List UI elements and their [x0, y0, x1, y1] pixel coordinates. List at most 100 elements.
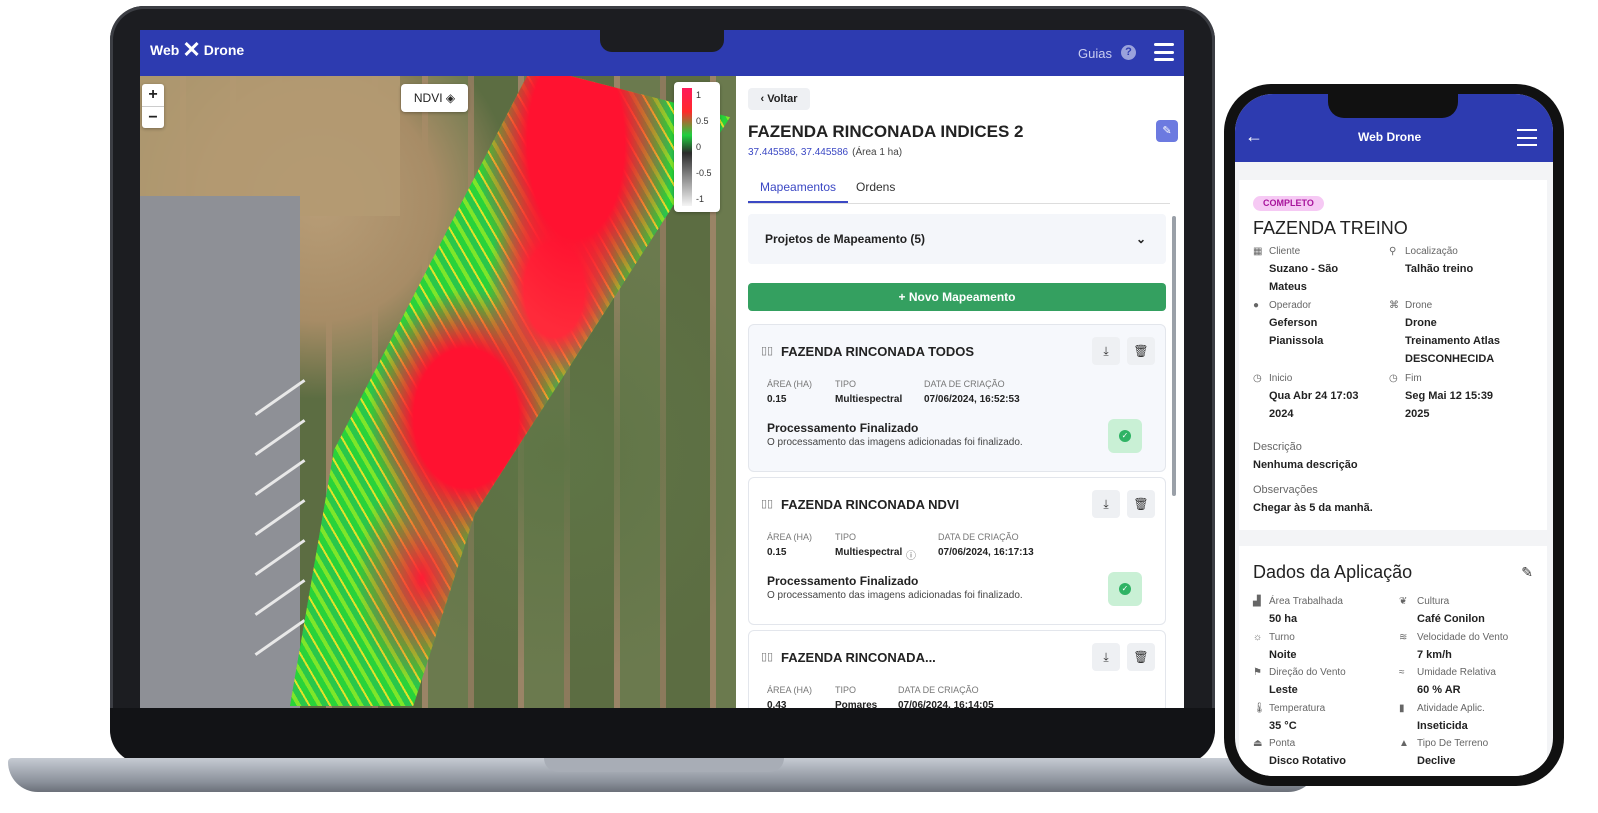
field-label: Cliente [1269, 246, 1301, 257]
camera-notch [600, 30, 724, 52]
help-icon[interactable]: ? [1121, 45, 1136, 60]
flag-icon: ⚑ [1253, 667, 1262, 678]
phone-notch [1328, 94, 1458, 118]
coordinates: 37.445586, 37.445586 (Área 1 ha) [748, 147, 902, 158]
zoom-in-button[interactable]: + [142, 84, 164, 106]
field-value: Nenhuma descrição [1253, 459, 1358, 471]
layer-selector-button[interactable]: NDVI ◈ [401, 84, 468, 112]
layers-icon: ◈ [445, 91, 456, 105]
field-value: 50 ha [1269, 613, 1298, 625]
info-icon[interactable]: ⓘ [906, 547, 916, 562]
legend-label: -0.5 [696, 168, 712, 178]
delete-button[interactable]: 🗑 [1127, 490, 1155, 518]
field-label: Umidade Relativa [1417, 667, 1496, 678]
map-view[interactable]: + − NDVI ◈ 1 0.5 0 -0.5 -1 [140, 76, 736, 708]
application-data-card: Dados da Aplicação ✎ ▟ Área Trabalhada 5… [1239, 546, 1547, 776]
meta-label: ÁREA (HA) [767, 379, 813, 389]
hamburger-menu-icon[interactable] [1517, 129, 1537, 146]
meta-label: TIPO [835, 532, 857, 542]
new-mapping-button[interactable]: + Novo Mapeamento [748, 283, 1166, 311]
tab-ordens[interactable]: Ordens [856, 180, 895, 194]
thermometer-icon: 🌡 [1253, 703, 1266, 714]
location-pin-icon: ⚲ [1389, 246, 1397, 257]
legend-label: 0.5 [696, 116, 709, 126]
map-parking-lot [140, 196, 306, 708]
project-panel: ‹ Voltar FAZENDA RINCONADA INDICES 2 ✎ 3… [736, 76, 1184, 708]
mapping-card[interactable]: ▯▯ FAZENDA RINCONADA TODOS ⤓ 🗑 ÁREA (HA)… [748, 324, 1166, 472]
building-icon: ▦ [1253, 246, 1263, 257]
field-label: Operador [1269, 300, 1312, 311]
edit-button[interactable]: ✎ [1156, 120, 1178, 142]
field-value: Qua Abr 24 17:03 [1269, 390, 1359, 402]
meta-label: ÁREA (HA) [767, 685, 813, 695]
page-title: FAZENDA RINCONADA INDICES 2 [748, 122, 1024, 141]
leaf-icon: ❦ [1399, 596, 1408, 607]
field-label: Área Trabalhada [1269, 596, 1343, 607]
field-value: Chegar às 5 da manhã. [1253, 502, 1373, 514]
tipo-value: Multiespectral [835, 547, 903, 558]
delete-button[interactable]: 🗑 [1127, 643, 1155, 671]
field-value: Talhão treino [1405, 263, 1474, 275]
map-terrain [140, 76, 400, 216]
plus-icon: + [898, 290, 909, 304]
field-label: Inicio [1269, 373, 1293, 384]
delete-button[interactable]: 🗑 [1127, 337, 1155, 365]
field-label: Tipo De Terreno [1417, 738, 1489, 749]
date-value: 07/06/2024, 16:52:53 [924, 394, 1020, 405]
chart-icon: ▟ [1253, 596, 1261, 607]
field-label: Ponta [1269, 738, 1296, 749]
back-button[interactable]: ‹ Voltar [748, 88, 810, 110]
section-title: Dados da Aplicação [1253, 562, 1413, 582]
card-title: FAZENDA RINCONADA TODOS [781, 344, 975, 359]
humidity-icon: ≈ [1399, 667, 1405, 678]
check-icon: ✓ [1119, 583, 1131, 595]
map-icon: ▯▯ [761, 345, 774, 357]
bottle-icon: ▮ [1399, 703, 1405, 714]
user-icon: ● [1253, 300, 1260, 311]
legend-label: 0 [696, 142, 702, 152]
download-button[interactable]: ⤓ [1092, 337, 1120, 365]
mountain-icon: ▲ [1399, 738, 1409, 749]
area-value: 0.43 [767, 700, 787, 708]
field-value: 2025 [1405, 408, 1430, 420]
tab-bar: Mapeamentos Ordens [748, 172, 1170, 204]
tipo-value: Multiespectral [835, 394, 903, 405]
tipo-value: Pomares [835, 700, 878, 708]
field-value: Drone [1405, 317, 1437, 329]
webdrone-logo[interactable]: Web ✕ Drone [150, 39, 244, 61]
order-details-card: COMPLETO FAZENDA TREINO ▦ Cliente Suzano… [1239, 180, 1547, 530]
field-value: 60 % AR [1417, 684, 1461, 696]
download-button[interactable]: ⤓ [1092, 490, 1120, 518]
laptop-groove [544, 758, 784, 772]
edit-icon[interactable]: ✎ [1521, 564, 1533, 581]
guias-link[interactable]: Guias [1078, 46, 1112, 61]
mapping-card[interactable]: ▯▯ FAZENDA RINCONADA... ⤓ 🗑 ÁREA (HA) TI… [748, 630, 1166, 708]
mapping-card[interactable]: ▯▯ FAZENDA RINCONADA NDVI ⤓ 🗑 ÁREA (HA) … [748, 477, 1166, 625]
field-label: Atividade Aplic. [1417, 703, 1485, 714]
scrollbar[interactable] [1172, 216, 1176, 496]
legend-label: -1 [696, 194, 705, 204]
projects-accordion[interactable]: Projetos de Mapeamento (5) ⌄ [748, 214, 1166, 264]
order-title: FAZENDA TREINO [1253, 218, 1408, 238]
zoom-out-button[interactable]: − [142, 106, 164, 128]
check-icon: ✓ [1119, 430, 1131, 442]
field-value: Disco Rotativo [1269, 755, 1347, 767]
field-value: Café Conilon [1417, 613, 1485, 625]
field-value: 2024 [1269, 408, 1294, 420]
meta-label: DATA DE CRIAÇÃO [938, 532, 1019, 542]
tab-mapeamentos[interactable]: Mapeamentos [748, 180, 849, 203]
ndvi-legend: 1 0.5 0 -0.5 -1 [674, 82, 720, 212]
arrow-left-icon[interactable]: ← [1245, 126, 1263, 147]
map-icon: ▯▯ [761, 498, 774, 510]
field-value: 35 °C [1269, 720, 1297, 732]
clock-icon: ◷ [1253, 373, 1262, 384]
field-label: Temperatura [1269, 703, 1326, 714]
field-label: Observações [1253, 484, 1318, 496]
webdrone-logo[interactable]: Web Drone [1358, 130, 1421, 144]
coordinates-link[interactable]: 37.445586, 37.445586 [748, 147, 848, 158]
hamburger-menu-icon[interactable] [1154, 43, 1174, 61]
download-button[interactable]: ⤓ [1092, 643, 1120, 671]
chevron-down-icon: ⌄ [1135, 232, 1146, 246]
field-value: Leste [1269, 684, 1298, 696]
field-label: Turno [1269, 632, 1295, 643]
